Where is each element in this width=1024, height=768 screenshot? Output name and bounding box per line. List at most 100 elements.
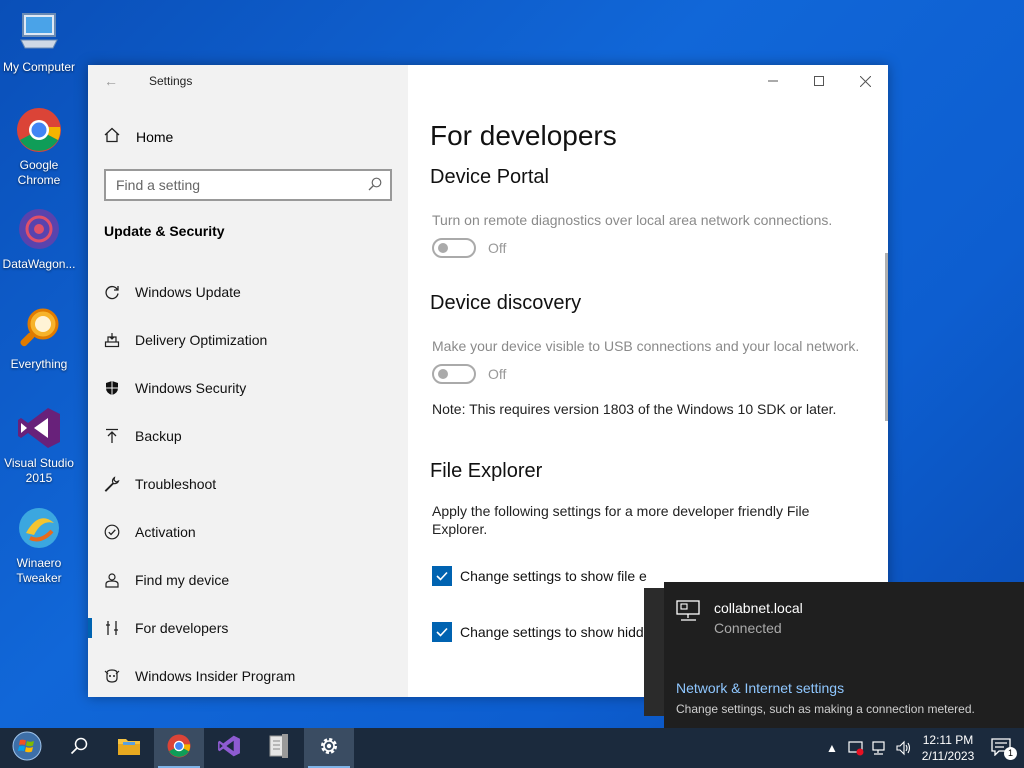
flyout-shadow-panel (644, 588, 664, 716)
chrome-icon (15, 106, 63, 154)
sidebar-item-label: Windows Update (135, 284, 241, 300)
ethernet-icon (676, 600, 714, 636)
desktop-icon-datawagon[interactable]: DataWagon... (0, 205, 78, 272)
checkbox-checked[interactable] (432, 566, 452, 586)
device-discovery-toggle-state: Off (488, 366, 507, 382)
file-explorer-heading: File Explorer (430, 460, 543, 482)
back-arrow-icon[interactable]: ← (104, 73, 149, 89)
check-circle-icon (104, 524, 135, 540)
device-discovery-description: Make your device visible to USB connecti… (432, 338, 860, 354)
sidebar-item-label: Find my device (135, 572, 230, 588)
taskbar-notepad[interactable] (254, 728, 304, 768)
delivery-icon (104, 332, 135, 348)
backup-icon (104, 428, 135, 444)
search-input[interactable]: Find a setting (104, 169, 392, 201)
desktop-icon-label: DataWagon... (2, 257, 76, 271)
taskbar-file-explorer[interactable] (104, 728, 154, 768)
desktop-icon-label: Visual Studio 2015 (4, 456, 74, 485)
sidebar-item-delivery-optimization[interactable]: Delivery Optimization (88, 316, 408, 364)
computer-icon (15, 8, 63, 56)
taskbar-visual-studio[interactable] (204, 728, 254, 768)
notification-count: 1 (1004, 747, 1017, 760)
chrome-icon (167, 734, 191, 763)
sidebar-item-windows-insider-program[interactable]: Windows Insider Program (88, 652, 408, 700)
desktop-icon-my-computer[interactable]: My Computer (0, 8, 78, 75)
person-pin-icon (104, 572, 135, 588)
device-portal-toggle-row: Off (430, 238, 868, 258)
chevron-up-icon[interactable]: ▲ (820, 728, 844, 768)
sidebar-item-label: Backup (135, 428, 182, 444)
sidebar-item-label: Delivery Optimization (135, 332, 268, 348)
desktop-icon-label: Google Chrome (17, 158, 61, 187)
action-center-button[interactable]: 1 (980, 738, 1024, 760)
datawagon-icon (15, 205, 63, 253)
page-title: For developers (430, 120, 617, 151)
desktop-icon-visual-studio[interactable]: Visual Studio 2015 (0, 404, 78, 486)
network-settings-link[interactable]: Network & Internet settings (676, 680, 844, 696)
device-discovery-toggle[interactable] (432, 364, 476, 384)
volume-icon[interactable] (892, 728, 916, 768)
windows-start-icon (12, 731, 42, 766)
network-icon[interactable] (868, 728, 892, 768)
clock[interactable]: 12:11 PM 2/11/2023 (916, 732, 980, 764)
visual-studio-icon (217, 734, 241, 763)
search-icon (70, 737, 88, 760)
maximize-button[interactable] (796, 65, 842, 97)
winaero-icon (15, 504, 63, 552)
network-connection[interactable]: collabnet.local Connected (676, 600, 803, 636)
device-portal-heading: Device Portal (430, 166, 549, 188)
sidebar-item-for-developers[interactable]: For developers (88, 604, 408, 652)
developer-tools-icon (104, 620, 135, 636)
section-heading: Update & Security (104, 223, 225, 239)
sidebar-item-activation[interactable]: Activation (88, 508, 408, 556)
device-portal-toggle[interactable] (432, 238, 476, 258)
desktop-icon-everything[interactable]: Everything (0, 305, 78, 372)
shield-icon (104, 380, 135, 396)
taskbar-settings[interactable] (304, 728, 354, 768)
sidebar-item-troubleshoot[interactable]: Troubleshoot (88, 460, 408, 508)
desktop-icon-label: My Computer (2, 60, 76, 74)
file-explorer-description: Apply the following settings for a more … (432, 503, 810, 537)
taskbar-chrome[interactable] (154, 728, 204, 768)
device-discovery-note: Note: This requires version 1803 of the … (432, 401, 837, 417)
security-alert-icon[interactable] (844, 728, 868, 768)
sidebar-item-label: Windows Security (135, 380, 247, 396)
close-button[interactable] (842, 65, 888, 97)
start-button[interactable] (0, 728, 54, 768)
content-scrollbar[interactable] (885, 253, 888, 421)
sidebar-item-backup[interactable]: Backup (88, 412, 408, 460)
window-title: Settings (149, 74, 193, 88)
sidebar-item-label: Activation (135, 524, 196, 540)
wrench-icon (104, 476, 135, 492)
device-discovery-toggle-row: Off (430, 364, 868, 384)
folder-icon (117, 736, 141, 761)
sidebar-item-windows-security[interactable]: Windows Security (88, 364, 408, 412)
gear-icon (318, 735, 340, 762)
titlebar: ← Settings (88, 65, 408, 97)
window-controls (750, 65, 888, 97)
sidebar-item-find-my-device[interactable]: Find my device (88, 556, 408, 604)
sidebar-item-label: For developers (135, 620, 229, 636)
search-placeholder: Find a setting (116, 177, 201, 193)
taskbar-search-button[interactable] (54, 728, 104, 768)
minimize-button[interactable] (750, 65, 796, 97)
checkbox-checked[interactable] (432, 622, 452, 642)
desktop-icon-winaero-tweaker[interactable]: Winaero Tweaker (0, 504, 78, 586)
clock-time: 12:11 PM (922, 733, 974, 747)
home-icon (104, 127, 136, 148)
file-explorer-option-1-label: Change settings to show file e (460, 568, 647, 584)
desktop-icon-label: Everything (10, 357, 68, 371)
device-portal-description: Turn on remote diagnostics over local ar… (432, 212, 833, 228)
sidebar-item-label: Windows Insider Program (135, 668, 296, 684)
system-tray: ▲ 12:11 PM 2/11/2023 1 (820, 728, 1024, 768)
nav-home[interactable]: Home (88, 117, 408, 157)
sidebar-item-windows-update[interactable]: Windows Update (88, 268, 408, 316)
device-portal-toggle-state: Off (488, 240, 507, 256)
refresh-icon (104, 284, 135, 300)
toggle-knob (438, 243, 448, 253)
clock-date: 2/11/2023 (921, 749, 975, 763)
taskbar: ▲ 12:11 PM 2/11/2023 1 (0, 728, 1024, 768)
network-status: Connected (714, 620, 782, 636)
desktop-icon-google-chrome[interactable]: Google Chrome (0, 106, 78, 188)
network-flyout: collabnet.local Connected Network & Inte… (664, 582, 1024, 728)
